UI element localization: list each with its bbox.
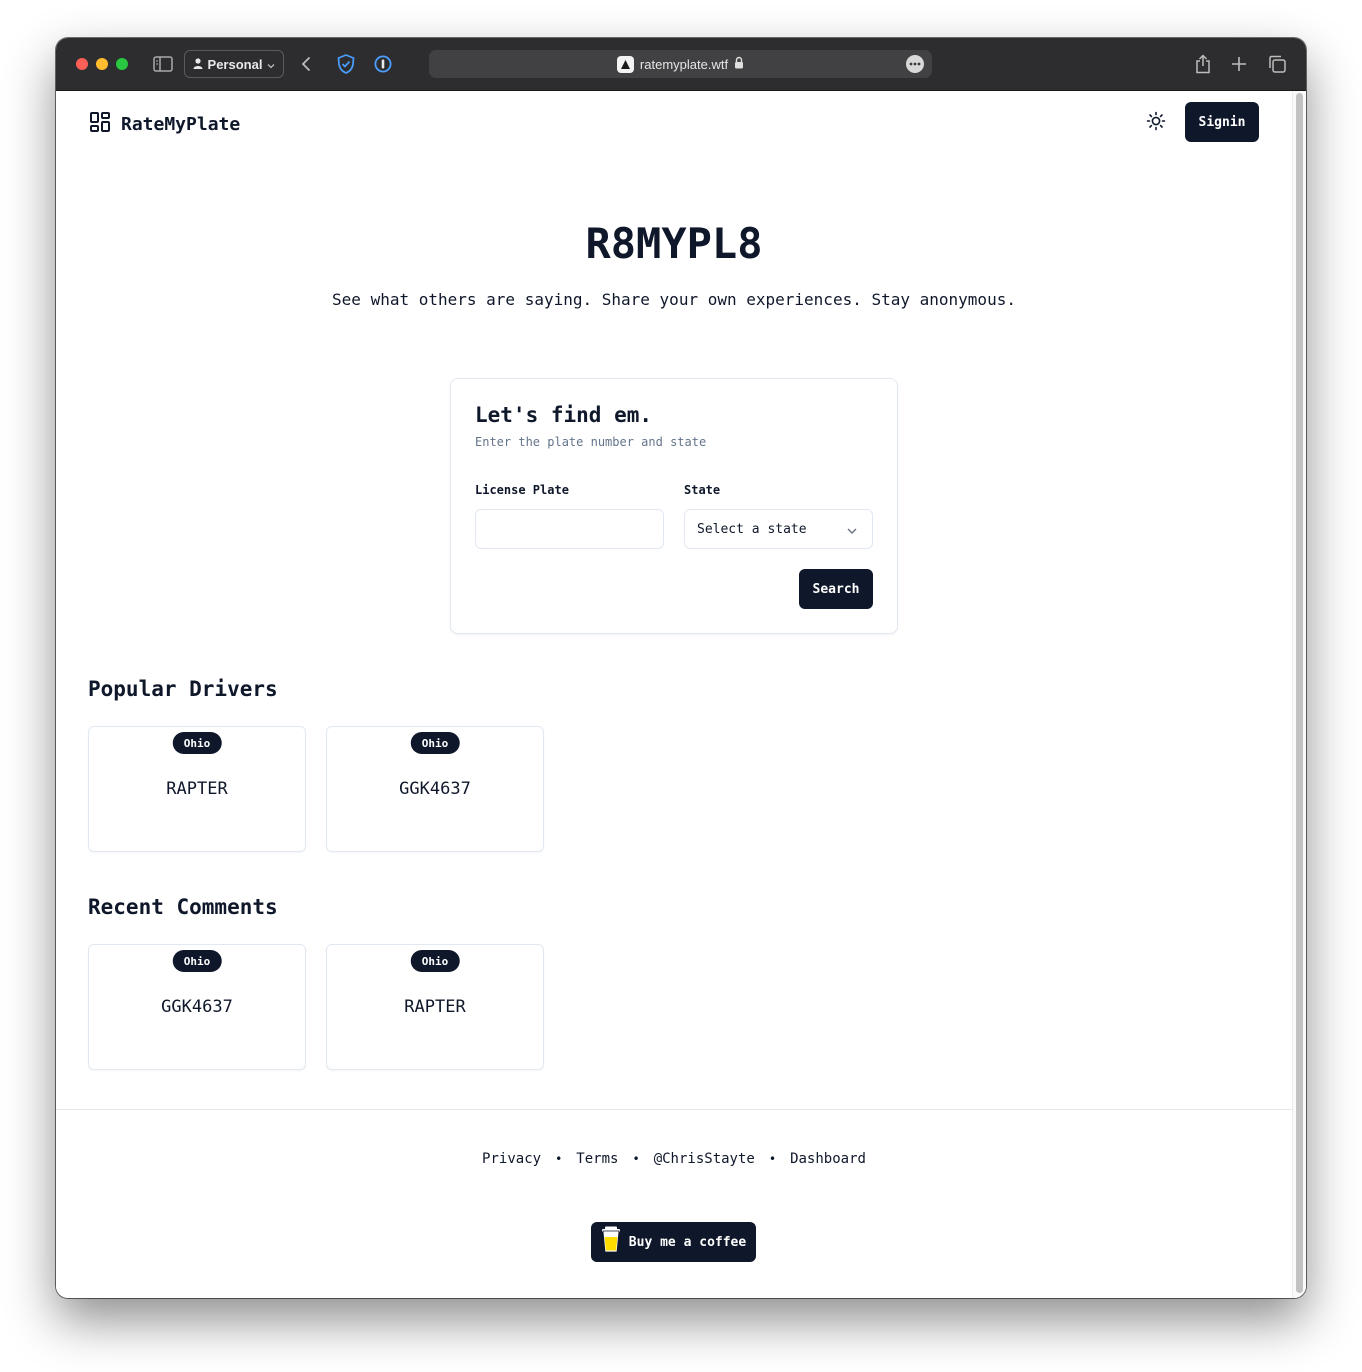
plate-number: GGK4637 [161, 997, 233, 1017]
state-select-value: Select a state [697, 521, 807, 537]
state-badge: Ohio [410, 950, 460, 972]
search-card-description: Enter the plate number and state [475, 435, 707, 449]
chevron-down-icon [846, 524, 858, 539]
person-icon [193, 57, 203, 72]
search-card-title: Let's find em. [475, 403, 653, 427]
state-badge: Ohio [172, 950, 222, 972]
plate-number: RAPTER [166, 779, 228, 799]
footer-link-terms[interactable]: Terms [576, 1151, 618, 1167]
popular-driver-card[interactable]: Ohio GGK4637 [326, 726, 544, 852]
popular-driver-card[interactable]: Ohio RAPTER [88, 726, 306, 852]
license-plate-label: License Plate [475, 483, 569, 497]
search-card: Let's find em. Enter the plate number an… [450, 378, 898, 634]
coffee-button-label: Buy me a coffee [628, 1234, 747, 1250]
state-badge: Ohio [172, 732, 222, 754]
footer-link-author[interactable]: @ChrisStayte [654, 1151, 755, 1167]
lock-icon [734, 56, 744, 72]
profile-label: Personal [207, 56, 263, 72]
footer-link-dashboard[interactable]: Dashboard [790, 1151, 866, 1167]
more-options-icon[interactable] [906, 55, 924, 73]
recent-comment-card[interactable]: Ohio GGK4637 [88, 944, 306, 1070]
share-icon[interactable] [1193, 53, 1213, 75]
footer-separator: • [632, 1152, 640, 1166]
page-title: R8MYPL8 [585, 219, 763, 268]
recent-comments-heading: Recent Comments [88, 895, 278, 919]
close-window-button[interactable] [76, 58, 88, 70]
zoom-window-button[interactable] [116, 58, 128, 70]
password-manager-icon[interactable] [373, 54, 393, 74]
footer-separator: • [768, 1152, 777, 1166]
profile-switcher[interactable]: Personal [184, 50, 284, 78]
site-logo[interactable]: RateMyPlate [89, 111, 240, 137]
signin-button[interactable]: Signin [1185, 102, 1259, 142]
plate-number: GGK4637 [399, 779, 471, 799]
state-select[interactable]: Select a state [684, 509, 873, 549]
sidebar-toggle-icon[interactable] [153, 55, 173, 73]
page-subtitle: See what others are saying. Share your o… [332, 290, 1016, 309]
recent-comment-card[interactable]: Ohio RAPTER [326, 944, 544, 1070]
coffee-cup-icon [601, 1226, 621, 1258]
search-button[interactable]: Search [799, 569, 873, 609]
footer-separator: • [555, 1152, 563, 1166]
url-text: ratemyplate.wtf [639, 56, 729, 72]
site-favicon-icon [616, 55, 634, 73]
browser-window: Personal ratemyplate.wtf RateMyPlate Sig… [56, 38, 1306, 1298]
chevron-down-icon [267, 57, 275, 72]
footer-divider [56, 1109, 1292, 1110]
shield-icon[interactable] [336, 53, 356, 75]
new-tab-icon[interactable] [1229, 54, 1249, 74]
logo-text: RateMyPlate [121, 113, 241, 135]
footer-link-privacy[interactable]: Privacy [482, 1151, 541, 1167]
popular-drivers-heading: Popular Drivers [88, 677, 278, 701]
address-bar[interactable]: ratemyplate.wtf [429, 50, 932, 78]
buy-me-a-coffee-button[interactable]: Buy me a coffee [591, 1222, 756, 1262]
minimize-window-button[interactable] [96, 58, 108, 70]
scrollbar-thumb[interactable] [1296, 93, 1303, 1293]
tab-overview-icon[interactable] [1267, 54, 1287, 74]
grid-logo-icon [89, 111, 111, 137]
license-plate-input[interactable] [475, 509, 664, 549]
back-arrow-icon[interactable] [299, 55, 313, 73]
plate-number: RAPTER [404, 997, 466, 1017]
browser-titlebar: Personal ratemyplate.wtf [56, 38, 1306, 91]
state-badge: Ohio [410, 732, 460, 754]
page-scrollbar[interactable] [1292, 91, 1306, 1298]
state-label: State [684, 483, 721, 497]
footer-links: Privacy • Terms • @ChrisStayte • Dashboa… [56, 1151, 1292, 1167]
page-viewport: RateMyPlate Signin R8MYPL8 See what othe… [56, 91, 1306, 1298]
sun-icon[interactable] [1146, 111, 1166, 131]
